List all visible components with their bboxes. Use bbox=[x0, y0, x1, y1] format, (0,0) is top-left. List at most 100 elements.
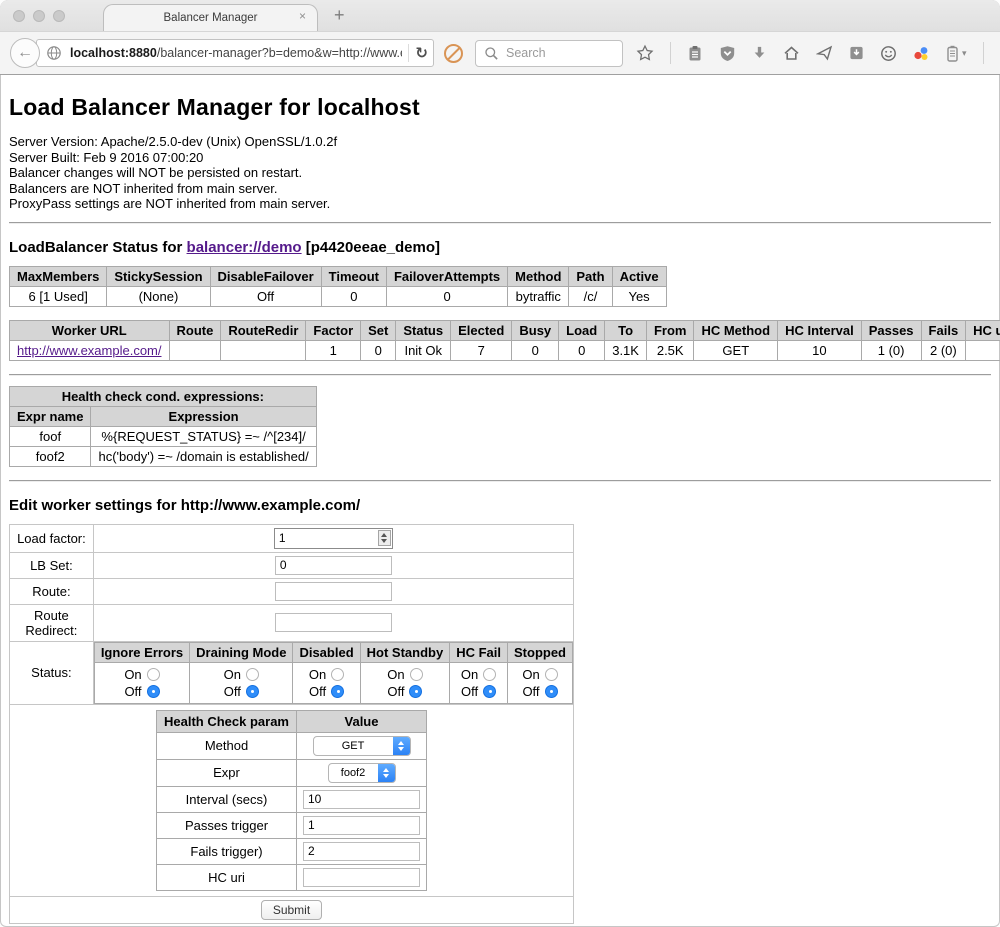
close-window-button[interactable] bbox=[13, 10, 25, 22]
table-title-row: Health check cond. expressions: bbox=[10, 386, 317, 406]
submit-button[interactable]: Submit bbox=[261, 900, 322, 920]
col-method: Method bbox=[508, 266, 569, 286]
draining-mode-off-radio[interactable] bbox=[246, 685, 259, 698]
lb-set-input[interactable] bbox=[275, 556, 392, 575]
load-factor-input[interactable] bbox=[276, 531, 378, 545]
ignore-errors-on-radio[interactable] bbox=[147, 668, 160, 681]
cell-expr-name: foof bbox=[10, 426, 91, 446]
urlbar-divider bbox=[408, 44, 409, 62]
zoom-window-button[interactable] bbox=[53, 10, 65, 22]
hc-passes-input[interactable] bbox=[303, 816, 420, 835]
bookmark-star-icon[interactable] bbox=[636, 44, 654, 62]
cell-expression: %{REQUEST_STATUS} =~ /^[234]/ bbox=[91, 426, 316, 446]
reading-list-icon[interactable] bbox=[687, 45, 703, 62]
hc-expr-title: Health check cond. expressions: bbox=[10, 386, 317, 406]
col-hc-method: HC Method bbox=[694, 320, 778, 340]
tab-balancer-manager[interactable]: Balancer Manager × bbox=[103, 4, 318, 31]
disabled-on-radio[interactable] bbox=[331, 668, 344, 681]
hc-expr-select[interactable]: foof2 bbox=[328, 763, 396, 783]
cell-load: 0 bbox=[559, 340, 605, 360]
battery-extension-icon[interactable]: ▾ bbox=[946, 45, 967, 62]
colored-dots-extension-icon[interactable] bbox=[913, 45, 930, 62]
worker-status-table: Worker URL Route RouteRedir Factor Set S… bbox=[9, 320, 1000, 361]
new-tab-button[interactable]: + bbox=[334, 5, 345, 26]
col-passes: Passes bbox=[861, 320, 921, 340]
col-ignore-errors: Ignore Errors bbox=[94, 642, 189, 662]
home-icon[interactable] bbox=[783, 45, 800, 61]
load-factor-input-wrap bbox=[274, 528, 393, 549]
route-input[interactable] bbox=[275, 582, 392, 601]
reload-icon[interactable]: ↻ bbox=[415, 44, 428, 62]
col-draining-mode: Draining Mode bbox=[190, 642, 293, 662]
col-expr-name: Expr name bbox=[10, 406, 91, 426]
cell-maxmembers: 6 [1 Used] bbox=[10, 286, 107, 306]
on-label: On bbox=[387, 667, 404, 682]
number-stepper-icon[interactable] bbox=[378, 530, 391, 546]
toolbar-divider-2 bbox=[983, 42, 984, 64]
load-factor-row: Load factor: bbox=[10, 524, 574, 552]
site-identity-globe-icon[interactable] bbox=[46, 45, 62, 61]
hc-method-select[interactable]: GET bbox=[313, 736, 411, 756]
cell-method: bytraffic bbox=[508, 286, 569, 306]
chevron-down-icon[interactable]: ▾ bbox=[962, 48, 967, 59]
url-bar[interactable]: localhost:8880/balancer-manager?b=demo&w… bbox=[36, 39, 434, 67]
hc-expr-selected-value: foof2 bbox=[329, 767, 378, 779]
lb-set-label: LB Set: bbox=[10, 552, 94, 578]
feedback-smiley-icon[interactable] bbox=[880, 45, 897, 62]
cell-hc-method: GET bbox=[694, 340, 778, 360]
hc-fails-input[interactable] bbox=[303, 842, 420, 861]
route-redirect-input[interactable] bbox=[275, 613, 392, 632]
downloads-icon[interactable] bbox=[752, 45, 767, 61]
hot-standby-off-radio[interactable] bbox=[409, 685, 422, 698]
hc-uri-label: HC uri bbox=[157, 864, 297, 890]
disabled-off-radio[interactable] bbox=[331, 685, 344, 698]
on-label: On bbox=[124, 667, 141, 682]
loadbalancer-status-heading: LoadBalancer Status for balancer://demo … bbox=[9, 239, 991, 256]
balancer-demo-link[interactable]: balancer://demo bbox=[187, 239, 302, 256]
page-title: Load Balancer Manager for localhost bbox=[9, 94, 991, 121]
hot-standby-on-radio[interactable] bbox=[410, 668, 423, 681]
page-content: Load Balancer Manager for localhost Serv… bbox=[0, 94, 1000, 927]
search-bar[interactable]: Search bbox=[475, 40, 623, 67]
hc-method-selected-value: GET bbox=[314, 740, 393, 752]
on-label: On bbox=[224, 667, 241, 682]
tab-bar: Balancer Manager × + bbox=[0, 0, 1000, 31]
col-factor: Factor bbox=[306, 320, 361, 340]
hc-fail-on-radio[interactable] bbox=[483, 668, 496, 681]
table-header-row: MaxMembers StickySession DisableFailover… bbox=[10, 266, 667, 286]
cell-elected: 7 bbox=[451, 340, 512, 360]
persist-note-line: Balancer changes will NOT be persisted o… bbox=[9, 165, 991, 181]
ignore-errors-off-radio[interactable] bbox=[147, 685, 160, 698]
pocket-shield-icon[interactable] bbox=[719, 45, 736, 62]
back-button[interactable]: ← bbox=[10, 38, 40, 68]
cell-routeredir bbox=[221, 340, 306, 360]
stopped-off-radio[interactable] bbox=[545, 685, 558, 698]
hc-fail-off-radio[interactable] bbox=[483, 685, 496, 698]
col-hc-fail: HC Fail bbox=[450, 642, 508, 662]
hc-uri-row: HC uri bbox=[157, 864, 427, 890]
cell-stickysession: (None) bbox=[107, 286, 210, 306]
hc-interval-input[interactable] bbox=[303, 790, 420, 809]
url-text[interactable]: localhost:8880/balancer-manager?b=demo&w… bbox=[70, 46, 402, 60]
disabled-radios: On Off bbox=[293, 662, 360, 703]
tab-close-icon[interactable]: × bbox=[299, 10, 306, 22]
col-worker-url: Worker URL bbox=[10, 320, 170, 340]
draining-mode-on-radio[interactable] bbox=[246, 668, 259, 681]
search-icon bbox=[484, 46, 499, 61]
cell-busy: 0 bbox=[512, 340, 559, 360]
stopped-on-radio[interactable] bbox=[545, 668, 558, 681]
minimize-window-button[interactable] bbox=[33, 10, 45, 22]
worker-url-link[interactable]: http://www.example.com/ bbox=[17, 343, 162, 358]
on-label: On bbox=[522, 667, 539, 682]
col-expression: Expression bbox=[91, 406, 316, 426]
status-header-row: Ignore Errors Draining Mode Disabled Hot… bbox=[94, 642, 572, 662]
url-domain: localhost:8880 bbox=[70, 46, 157, 60]
cell-route bbox=[169, 340, 221, 360]
send-plane-icon[interactable] bbox=[816, 45, 833, 61]
hc-method-row: Method GET bbox=[157, 732, 427, 759]
col-busy: Busy bbox=[512, 320, 559, 340]
hc-uri-input[interactable] bbox=[303, 868, 420, 887]
content-blocked-icon[interactable] bbox=[444, 44, 463, 63]
cell-hc-interval: 10 bbox=[778, 340, 862, 360]
save-to-pocket-icon[interactable] bbox=[849, 45, 864, 61]
